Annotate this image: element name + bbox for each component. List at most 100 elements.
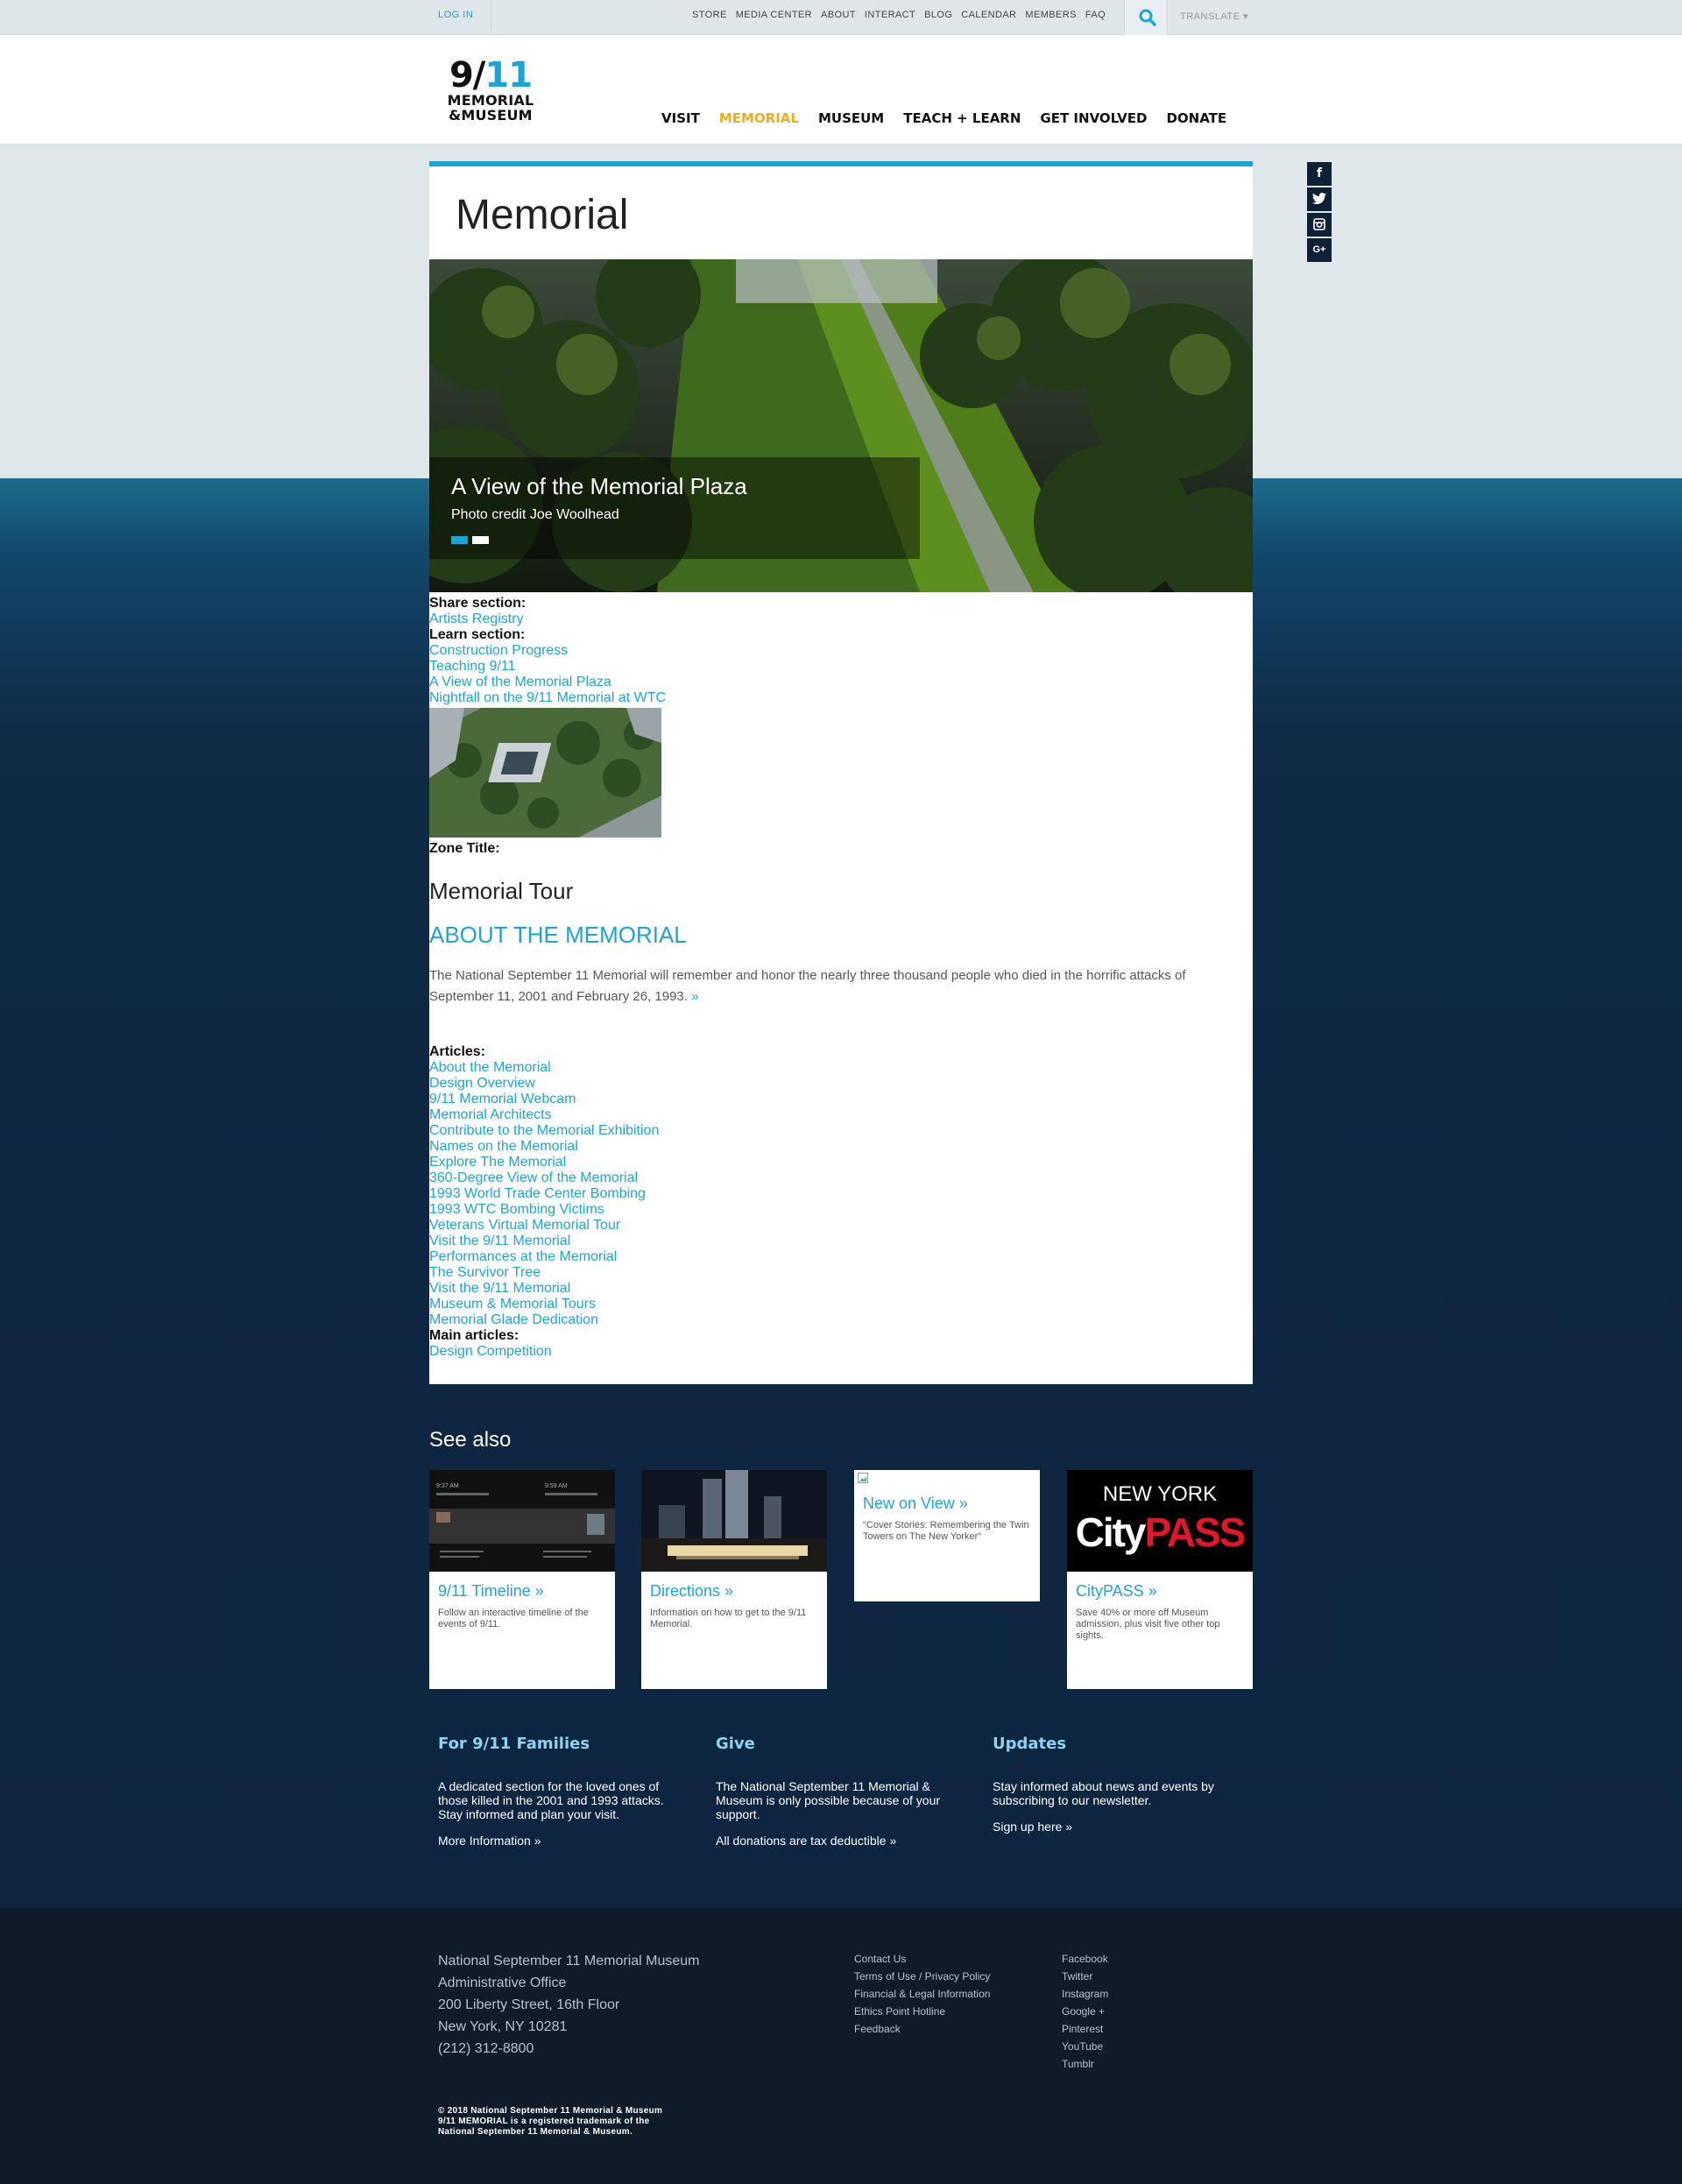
share-link[interactable]: Artists Registry [429, 611, 1253, 627]
hero-slideshow[interactable]: A View of the Memorial Plaza Photo credi… [429, 259, 1253, 592]
give-heading[interactable]: Give [716, 1735, 952, 1753]
search-button[interactable] [1124, 0, 1168, 35]
footer-link-feedback[interactable]: Feedback [854, 2020, 990, 2038]
footer-link-tumblr[interactable]: Tumblr [1062, 2055, 1108, 2073]
search-icon [1139, 9, 1156, 26]
footer-links-legal: Contact Us Terms of Use / Privacy Policy… [854, 1950, 990, 2038]
hero-caption: A View of the Memorial Plaza Photo credi… [429, 457, 920, 559]
footer-link-youtube[interactable]: YouTube [1062, 2038, 1108, 2055]
see-also-card-new-on-view[interactable]: New on View » "Cover Stories: Rememberin… [854, 1470, 1040, 1601]
memorial-aerial-thumbnail[interactable] [429, 708, 661, 838]
article-link[interactable]: The Survivor Tree [429, 1265, 1253, 1281]
article-link[interactable]: 9/11 Memorial Webcam [429, 1092, 1253, 1107]
main-articles-label: Main articles: [429, 1328, 519, 1343]
families-heading[interactable]: For 9/11 Families [438, 1735, 675, 1753]
util-link-interact[interactable]: INTERACT [865, 10, 915, 20]
see-also-card-citypass[interactable]: NEW YORK CityPASS CityPASS » Save 40% or… [1067, 1470, 1253, 1689]
footer-link-facebook[interactable]: Facebook [1062, 1950, 1108, 1968]
util-link-blog[interactable]: BLOG [924, 10, 952, 20]
content-body: Share section: Artists Registry Learn se… [429, 596, 1253, 1360]
learn-link[interactable]: Teaching 9/11 [429, 659, 1253, 675]
util-link-faq[interactable]: FAQ [1085, 10, 1106, 20]
copyright-notice: © 2018 National September 11 Memorial & … [438, 2106, 662, 2138]
slide-indicator-active[interactable] [451, 536, 468, 544]
citypass-logo: NEW YORK CityPASS [1067, 1470, 1253, 1572]
article-link[interactable]: Design Overview [429, 1076, 1253, 1092]
article-link[interactable]: Explore The Memorial [429, 1155, 1253, 1170]
instagram-icon[interactable] [1307, 213, 1332, 237]
article-link[interactable]: Veterans Virtual Memorial Tour [429, 1218, 1253, 1233]
copyright-line: 9/11 MEMORIAL is a registered trademark … [438, 2117, 650, 2126]
broken-image-icon [854, 1470, 1040, 1483]
logo-text: 9/ [449, 55, 485, 95]
article-link[interactable]: 1993 World Trade Center Bombing [429, 1186, 1253, 1202]
facebook-icon[interactable]: f [1307, 162, 1332, 186]
nav-item-museum[interactable]: MUSEUM [818, 110, 884, 126]
updates-heading[interactable]: Updates [993, 1735, 1229, 1753]
card-description: "Cover Stories: Remembering the Twin Tow… [863, 1520, 1029, 1542]
aerial-image [429, 708, 661, 838]
card-title[interactable]: Directions » [641, 1572, 827, 1601]
hero-title: A View of the Memorial Plaza [451, 473, 747, 499]
article-link[interactable]: Performances at the Memorial [429, 1249, 1253, 1265]
util-link-members[interactable]: MEMBERS [1025, 10, 1076, 20]
footer-link-twitter[interactable]: Twitter [1062, 1968, 1108, 1985]
nav-item-donate[interactable]: DONATE [1166, 110, 1226, 126]
util-link-media-center[interactable]: MEDIA CENTER [736, 10, 812, 20]
card-title[interactable]: 9/11 Timeline » [429, 1572, 615, 1601]
article-link[interactable]: Memorial Architects [429, 1107, 1253, 1123]
nav-item-get-involved[interactable]: GET INVOLVED [1040, 110, 1147, 126]
copyright-line: © 2018 National September 11 Memorial & … [438, 2106, 663, 2116]
timeline-thumbnail: 9:37 AM 9:59 AM [429, 1470, 615, 1572]
footer-link-instagram[interactable]: Instagram [1062, 1985, 1108, 2003]
nav-item-teach-learn[interactable]: TEACH + LEARN [903, 110, 1021, 126]
address-line: New York, NY 10281 [438, 2019, 568, 2034]
memorial-tour-heading: Memorial Tour [429, 878, 574, 904]
article-link[interactable]: Visit the 9/11 Memorial [429, 1281, 1253, 1297]
learn-link[interactable]: A View of the Memorial Plaza [429, 675, 1253, 690]
util-link-about[interactable]: ABOUT [821, 10, 856, 20]
util-link-calendar[interactable]: CALENDAR [961, 10, 1016, 20]
site-logo[interactable]: 9/11 MEMORIAL &MUSEUM [438, 58, 543, 123]
article-link[interactable]: Visit the 9/11 Memorial [429, 1233, 1253, 1249]
about-memorial-heading[interactable]: ABOUT THE MEMORIAL [429, 922, 1253, 948]
article-link[interactable]: 1993 WTC Bombing Victims [429, 1202, 1253, 1218]
learn-link[interactable]: Nightfall on the 9/11 Memorial at WTC [429, 690, 1253, 706]
footer-link-pinterest[interactable]: Pinterest [1062, 2020, 1108, 2038]
more-information-link[interactable]: More Information » [438, 1834, 675, 1848]
article-link[interactable]: Memorial Glade Dedication [429, 1312, 1253, 1328]
learn-link[interactable]: Construction Progress [429, 643, 1253, 659]
site-footer [0, 1908, 1682, 2184]
nav-item-visit[interactable]: VISIT [661, 110, 700, 126]
about-memorial-text: The National September 11 Memorial will … [429, 965, 1218, 1007]
nav-item-memorial[interactable]: MEMORIAL [719, 110, 799, 126]
slide-indicator[interactable] [472, 536, 489, 544]
footer-link-google-plus[interactable]: Google + [1062, 2003, 1108, 2020]
card-title[interactable]: New on View » [854, 1482, 1040, 1513]
families-info: For 9/11 Families A dedicated section fo… [438, 1735, 675, 1848]
footer-link-ethics[interactable]: Ethics Point Hotline [854, 2003, 990, 2020]
citypass-logo-text: City [1075, 1509, 1147, 1555]
about-more-link[interactable]: » [691, 989, 698, 1004]
login-link[interactable]: LOG IN [438, 10, 473, 20]
footer-link-financial[interactable]: Financial & Legal Information [854, 1985, 990, 2003]
hero-credit: Photo credit Joe Woolhead [451, 507, 619, 522]
util-link-store[interactable]: STORE [692, 10, 727, 20]
twitter-icon[interactable] [1307, 187, 1332, 211]
article-link[interactable]: Museum & Memorial Tours [429, 1297, 1253, 1312]
card-title[interactable]: CityPASS » [1067, 1572, 1253, 1601]
translate-dropdown[interactable]: TRANSLATE ▾ [1180, 11, 1248, 22]
google-plus-icon[interactable]: G+ [1307, 238, 1332, 262]
article-link[interactable]: 360-Degree View of the Memorial [429, 1170, 1253, 1186]
donations-link[interactable]: All donations are tax deductible » [716, 1834, 952, 1848]
article-link[interactable]: Contribute to the Memorial Exhibition [429, 1123, 1253, 1139]
main-article-link[interactable]: Design Competition [429, 1344, 1253, 1360]
newsletter-signup-link[interactable]: Sign up here » [993, 1820, 1229, 1834]
footer-link-terms[interactable]: Terms of Use / Privacy Policy [854, 1968, 990, 1985]
see-also-card-timeline[interactable]: 9:37 AM 9:59 AM 9/11 Timeline » Follow a… [429, 1470, 615, 1689]
utility-links: STORE MEDIA CENTER ABOUT INTERACT BLOG CALEND… [692, 10, 1114, 20]
article-link[interactable]: Names on the Memorial [429, 1139, 1253, 1155]
see-also-card-directions[interactable]: Directions » Information on how to get t… [641, 1470, 827, 1689]
footer-link-contact[interactable]: Contact Us [854, 1950, 990, 1968]
article-link[interactable]: About the Memorial [429, 1060, 1253, 1076]
